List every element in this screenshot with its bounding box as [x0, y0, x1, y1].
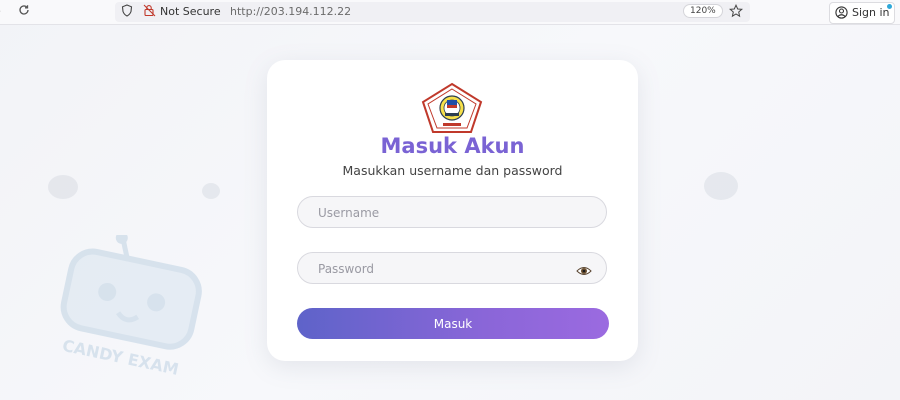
- page-title: Masuk Akun: [380, 134, 525, 158]
- back-icon[interactable]: ›: [0, 4, 1, 19]
- login-card: Masuk Akun Masukkan username dan passwor…: [267, 60, 638, 361]
- candy-exam-watermark: CANDY EXAM: [40, 231, 230, 389]
- username-field[interactable]: [297, 196, 607, 229]
- reload-icon[interactable]: [18, 4, 30, 20]
- bookmark-star-icon[interactable]: [728, 3, 744, 21]
- background-blob: [202, 183, 220, 199]
- password-field[interactable]: [297, 252, 607, 285]
- background-blob: [48, 175, 78, 199]
- url-text[interactable]: http://203.194.112.22: [230, 5, 351, 18]
- security-status[interactable]: Not Secure: [160, 5, 221, 18]
- sign-in-button[interactable]: Sign in: [829, 2, 895, 24]
- school-logo: [419, 82, 485, 134]
- page-subtitle: Masukkan username dan password: [342, 163, 563, 178]
- zoom-level-badge[interactable]: 120%: [683, 4, 723, 18]
- sign-in-label: Sign in: [852, 6, 890, 19]
- not-secure-lock-icon[interactable]: [143, 4, 156, 20]
- show-password-eye-icon[interactable]: [576, 262, 592, 281]
- password-input[interactable]: [316, 253, 570, 285]
- account-icon: [835, 6, 848, 22]
- login-submit-button[interactable]: Masuk: [297, 308, 609, 339]
- address-bar[interactable]: Not Secure http://203.194.112.22 120%: [115, 2, 750, 22]
- username-input[interactable]: [316, 197, 570, 229]
- browser-toolbar: › Not Secure http://203.194.112.22 120% …: [0, 0, 900, 25]
- shield-icon[interactable]: [121, 4, 133, 20]
- background-blob: [704, 172, 738, 200]
- notification-dot: [887, 4, 892, 9]
